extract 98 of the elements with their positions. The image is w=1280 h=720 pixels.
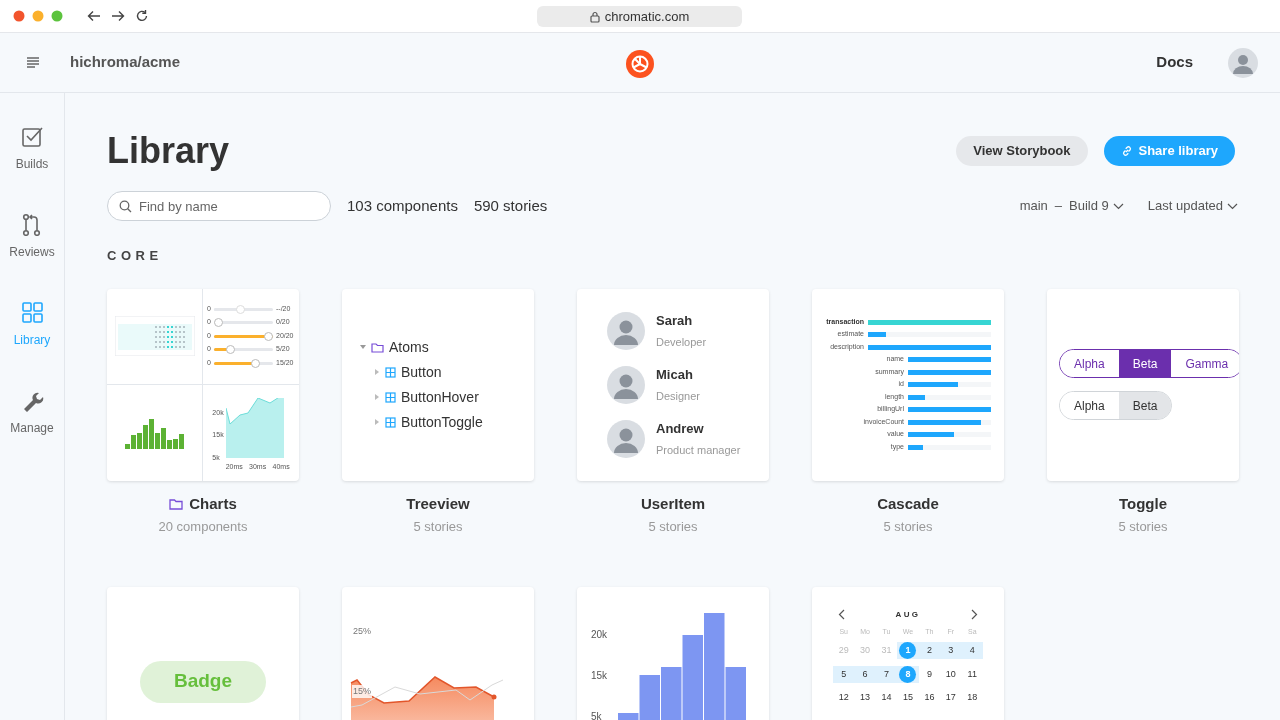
component-count: 5 stories: [1118, 518, 1168, 536]
back-icon[interactable]: [87, 10, 101, 22]
page-title: Library: [107, 129, 230, 173]
calendar-day[interactable]: 5: [835, 665, 853, 683]
end-point: [491, 694, 497, 699]
avatar-icon: [607, 419, 645, 458]
user-role: Developer: [656, 334, 707, 350]
calendar-day[interactable]: 9: [920, 665, 938, 683]
component-card[interactable]: Alpha Beta Gamma Alpha Beta: [1047, 288, 1239, 481]
axis-label: 5k: [591, 709, 602, 720]
calendar-day[interactable]: 17: [942, 689, 960, 707]
component-title[interactable]: Toggle: [1118, 492, 1167, 515]
grid-icon: [20, 301, 44, 324]
chevron-right-icon[interactable]: [971, 609, 978, 620]
folder-icon: [371, 341, 384, 353]
tree-item[interactable]: Button: [360, 362, 534, 382]
sidebar-item[interactable]: Reviews: [9, 213, 55, 261]
separator-label: –: [1054, 197, 1063, 216]
component-title[interactable]: UserItem: [640, 492, 706, 515]
branch-label: main: [1019, 197, 1048, 216]
toggle-option[interactable]: Beta: [1118, 350, 1172, 377]
calendar-day[interactable]: 13: [856, 689, 874, 707]
avatar-icon: [607, 365, 645, 404]
badge-sample: Badge: [140, 660, 266, 703]
checkbox-icon: [20, 125, 44, 148]
folder-icon: [169, 497, 184, 510]
calendar-day[interactable]: 18: [963, 689, 981, 707]
component-title[interactable]: Charts: [189, 492, 237, 515]
axis-label: 20k: [591, 627, 608, 642]
docs-link[interactable]: Docs: [1156, 51, 1193, 74]
user-role: Designer: [656, 388, 701, 404]
histogram-drawing: [124, 416, 185, 449]
calendar-day[interactable]: 15: [899, 689, 917, 707]
calendar-day[interactable]: 14: [878, 689, 896, 707]
user-name: Micah: [656, 366, 694, 384]
axis-label: 15%: [352, 684, 372, 698]
project-name[interactable]: hichroma/acme: [70, 51, 181, 74]
component-title[interactable]: Treeview: [406, 492, 470, 515]
address-bar[interactable]: chromatic.com: [537, 6, 742, 27]
calendar-day[interactable]: 10: [942, 665, 960, 683]
area-chart-drawing: [225, 398, 286, 459]
user-role: Product manager: [656, 442, 741, 458]
slider[interactable]: [213, 345, 273, 354]
count-label: 590 stories: [473, 195, 548, 216]
build-dropdown[interactable]: Build 9: [1069, 196, 1124, 216]
component-count: 20 components: [158, 518, 248, 536]
component-icon: [385, 366, 396, 378]
caret-down-icon[interactable]: [360, 344, 366, 350]
lock-icon: [589, 10, 600, 23]
caret-right-icon[interactable]: [374, 369, 380, 375]
tree-item[interactable]: ButtonToggle: [360, 412, 534, 432]
forward-icon[interactable]: [111, 10, 125, 22]
month-label: AUG: [895, 608, 921, 621]
user-name: Andrew: [656, 420, 705, 438]
caret-right-icon[interactable]: [374, 394, 380, 400]
avatar-icon[interactable]: [1228, 47, 1258, 78]
chevron-down-icon: [1227, 202, 1238, 210]
slider[interactable]: [213, 358, 273, 368]
calendar-day[interactable]: 16: [920, 689, 938, 707]
calendar-day[interactable]: 11: [963, 665, 981, 683]
search-icon: [119, 200, 132, 213]
axis-label: 15k: [591, 668, 608, 683]
link-icon: [1120, 145, 1133, 157]
component-title[interactable]: Cascade: [877, 492, 939, 515]
user-name: Sarah: [656, 312, 694, 330]
chevron-down-icon: [1112, 202, 1124, 210]
caret-right-icon[interactable]: [374, 419, 380, 425]
avatar-icon: [607, 311, 645, 350]
sidebar-item[interactable]: Builds: [15, 125, 49, 173]
sidebar-item[interactable]: Manage: [10, 389, 54, 437]
calendar-day[interactable]: 12: [835, 689, 853, 707]
slider[interactable]: [213, 331, 273, 341]
chevron-left-icon[interactable]: [838, 609, 845, 620]
tree-item[interactable]: Atoms: [360, 337, 534, 357]
slider[interactable]: [213, 318, 273, 327]
component-icon: [385, 391, 396, 403]
storybook-button[interactable]: View Storybook: [956, 136, 1088, 166]
component-card[interactable]: 20k 15k 5k: [577, 586, 769, 720]
component-card[interactable]: 25% 15%: [342, 586, 534, 720]
slider[interactable]: [213, 304, 273, 314]
count-label: 103 components: [347, 195, 458, 216]
component-count: 5 stories: [883, 518, 933, 536]
calendar-day[interactable]: 3: [942, 642, 960, 660]
section-heading: CORE: [107, 247, 164, 265]
sort-dropdown[interactable]: Last updated: [1147, 196, 1238, 216]
component-card[interactable]: Sarah Developer Micah Designer Andrew Product manager: [577, 288, 769, 481]
logo-icon[interactable]: [626, 50, 654, 78]
component-count: 5 stories: [648, 518, 698, 536]
calendar-day[interactable]: 6: [856, 665, 874, 683]
calendar-day[interactable]: 4: [963, 642, 981, 660]
tree-item[interactable]: ButtonHover: [360, 387, 534, 407]
menu-icon[interactable]: [26, 57, 40, 68]
component-icon: [385, 416, 396, 428]
search-field[interactable]: Find by name: [107, 191, 331, 221]
component-count: 5 stories: [413, 518, 463, 536]
component-card[interactable]: Atoms Button ButtonHover ButtonToggle: [342, 288, 534, 481]
reload-icon[interactable]: [135, 9, 149, 23]
toggle-option[interactable]: Beta: [1118, 392, 1172, 419]
